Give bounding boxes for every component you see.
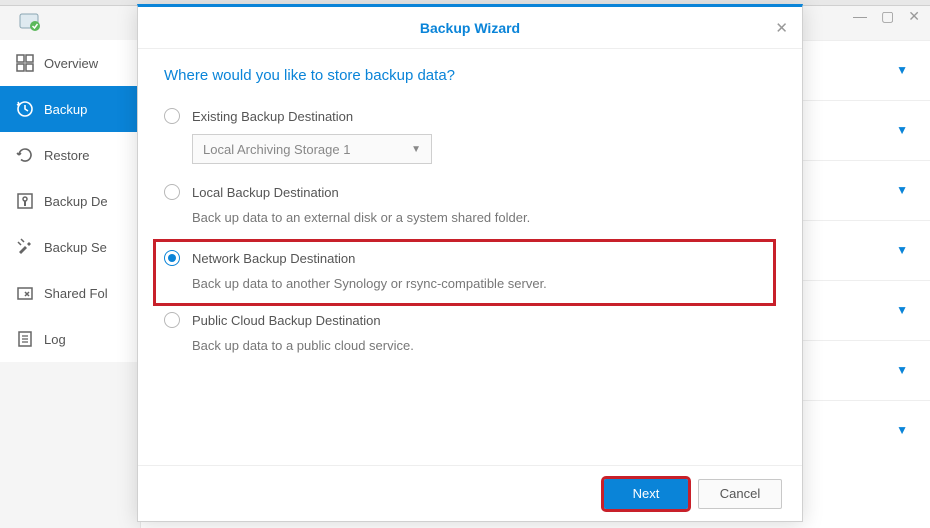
option-description: Back up data to another Synology or rsyn… bbox=[192, 276, 765, 291]
overview-icon bbox=[16, 54, 34, 72]
sidebar-item-backup-dest[interactable]: Backup De bbox=[0, 178, 140, 224]
chevron-down-icon: ▼ bbox=[896, 243, 908, 257]
option-local: Local Backup Destination Back up data to… bbox=[164, 178, 776, 239]
sidebar-item-backup[interactable]: Backup bbox=[0, 86, 140, 132]
existing-destination-dropdown[interactable]: Local Archiving Storage 1 ▼ bbox=[192, 134, 432, 164]
sidebar-item-log[interactable]: Log bbox=[0, 316, 140, 362]
option-network: Network Backup Destination Back up data … bbox=[153, 239, 776, 306]
log-icon bbox=[16, 330, 34, 348]
radio-icon bbox=[164, 108, 180, 124]
backup-wizard-modal: Backup Wizard ✕ Where would you like to … bbox=[137, 4, 803, 522]
sidebar-item-shared-folder[interactable]: Shared Fol bbox=[0, 270, 140, 316]
dropdown-value: Local Archiving Storage 1 bbox=[203, 142, 350, 157]
chevron-down-icon: ▼ bbox=[896, 363, 908, 377]
sidebar-item-label: Restore bbox=[44, 148, 90, 163]
sidebar-item-label: Backup Se bbox=[44, 240, 107, 255]
modal-body: Where would you like to store backup dat… bbox=[138, 49, 802, 465]
radio-existing[interactable]: Existing Backup Destination bbox=[164, 108, 776, 124]
sidebar-item-label: Shared Fol bbox=[44, 286, 108, 301]
radio-network[interactable]: Network Backup Destination bbox=[164, 250, 765, 266]
radio-cloud[interactable]: Public Cloud Backup Destination bbox=[164, 312, 776, 328]
modal-header: Backup Wizard ✕ bbox=[138, 7, 802, 49]
option-label: Network Backup Destination bbox=[192, 251, 355, 266]
radio-icon bbox=[164, 312, 180, 328]
sidebar-item-label: Backup De bbox=[44, 194, 108, 209]
restore-icon bbox=[16, 146, 34, 164]
sidebar-item-label: Backup bbox=[44, 102, 87, 117]
chevron-down-icon: ▼ bbox=[411, 144, 421, 155]
option-label: Public Cloud Backup Destination bbox=[192, 313, 381, 328]
window-controls: — ▢ ✕ bbox=[853, 8, 920, 25]
close-icon[interactable]: ✕ bbox=[775, 19, 788, 37]
window-maximize[interactable]: ▢ bbox=[881, 8, 894, 25]
sidebar: Overview Backup Restore Backup De Backup… bbox=[0, 40, 140, 362]
app-icon bbox=[18, 10, 42, 34]
radio-icon bbox=[164, 250, 180, 266]
option-cloud: Public Cloud Backup Destination Back up … bbox=[164, 306, 776, 367]
chevron-down-icon: ▼ bbox=[896, 183, 908, 197]
modal-title: Backup Wizard bbox=[420, 20, 520, 36]
option-existing: Existing Backup Destination Local Archiv… bbox=[164, 102, 776, 178]
option-label: Existing Backup Destination bbox=[192, 109, 353, 124]
option-description: Back up data to a public cloud service. bbox=[192, 338, 776, 353]
destination-icon bbox=[16, 192, 34, 210]
sidebar-item-overview[interactable]: Overview bbox=[0, 40, 140, 86]
chevron-down-icon: ▼ bbox=[896, 423, 908, 437]
window-close[interactable]: ✕ bbox=[908, 8, 920, 25]
radio-icon bbox=[164, 184, 180, 200]
window-minimize[interactable]: — bbox=[853, 8, 867, 25]
sidebar-item-backup-settings[interactable]: Backup Se bbox=[0, 224, 140, 270]
chevron-down-icon: ▼ bbox=[896, 303, 908, 317]
sidebar-item-restore[interactable]: Restore bbox=[0, 132, 140, 178]
sidebar-item-label: Log bbox=[44, 332, 66, 347]
shared-folder-icon bbox=[16, 284, 34, 302]
chevron-down-icon: ▼ bbox=[896, 123, 908, 137]
radio-local[interactable]: Local Backup Destination bbox=[164, 184, 776, 200]
settings-icon bbox=[16, 238, 34, 256]
chevron-down-icon: ▼ bbox=[896, 63, 908, 77]
option-description: Back up data to an external disk or a sy… bbox=[192, 210, 776, 225]
sidebar-item-label: Overview bbox=[44, 56, 98, 71]
modal-footer: Next Cancel bbox=[138, 465, 802, 521]
cancel-button[interactable]: Cancel bbox=[698, 479, 782, 509]
next-button[interactable]: Next bbox=[604, 479, 688, 509]
backup-icon bbox=[16, 100, 34, 118]
modal-question: Where would you like to store backup dat… bbox=[164, 67, 776, 84]
option-label: Local Backup Destination bbox=[192, 185, 339, 200]
